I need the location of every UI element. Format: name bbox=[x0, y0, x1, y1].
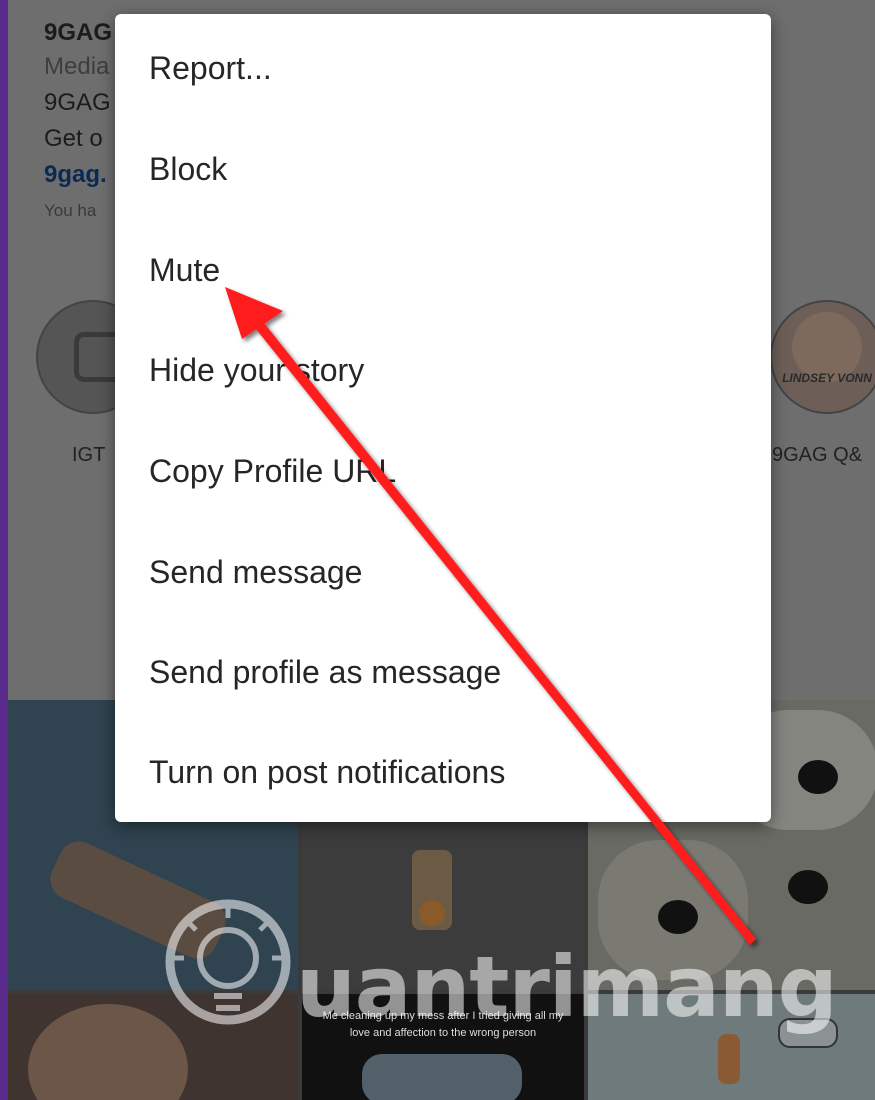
thumbnail-caption: Me cleaning up my mess after I tried giv… bbox=[322, 1010, 564, 1039]
menu-item-send-profile[interactable]: Send profile as message bbox=[149, 622, 749, 722]
menu-item-send-message[interactable]: Send message bbox=[149, 522, 749, 622]
menu-item-mute[interactable]: Mute bbox=[149, 220, 749, 320]
post-thumbnail[interactable] bbox=[588, 994, 875, 1100]
thumbnail-photo bbox=[718, 1034, 740, 1084]
thumbnail-photo bbox=[362, 1054, 522, 1100]
menu-item-report[interactable]: Report... bbox=[149, 18, 749, 118]
thumbnail-photo bbox=[798, 760, 838, 794]
menu-item-hide-story[interactable]: Hide your story bbox=[149, 320, 749, 420]
post-thumbnail[interactable]: Me cleaning up my mess after I tried giv… bbox=[302, 994, 584, 1100]
highlight-story-cover[interactable]: LINDSEY VONN bbox=[770, 300, 875, 414]
thumbnail-photo bbox=[28, 1004, 188, 1100]
menu-item-post-notifications[interactable]: Turn on post notifications bbox=[149, 722, 749, 822]
highlight-cover-text: LINDSEY VONN bbox=[782, 371, 872, 385]
thumbnail-photo bbox=[778, 1018, 838, 1048]
highlight-label: IGT bbox=[72, 444, 106, 466]
menu-item-block[interactable]: Block bbox=[149, 119, 749, 219]
post-thumbnail[interactable] bbox=[8, 994, 298, 1100]
thumbnail-photo bbox=[788, 870, 828, 904]
thumbnail-photo bbox=[419, 900, 445, 926]
post-thumbnail[interactable] bbox=[302, 820, 584, 990]
window-frame-edge bbox=[0, 0, 8, 1100]
thumbnail-photo bbox=[43, 834, 233, 966]
highlight-label: 9GAG Q& bbox=[772, 444, 863, 466]
profile-options-menu: Report... Block Mute Hide your story Cop… bbox=[115, 14, 771, 822]
thumbnail-photo bbox=[658, 900, 698, 934]
menu-item-copy-profile-url[interactable]: Copy Profile URL bbox=[149, 421, 749, 521]
